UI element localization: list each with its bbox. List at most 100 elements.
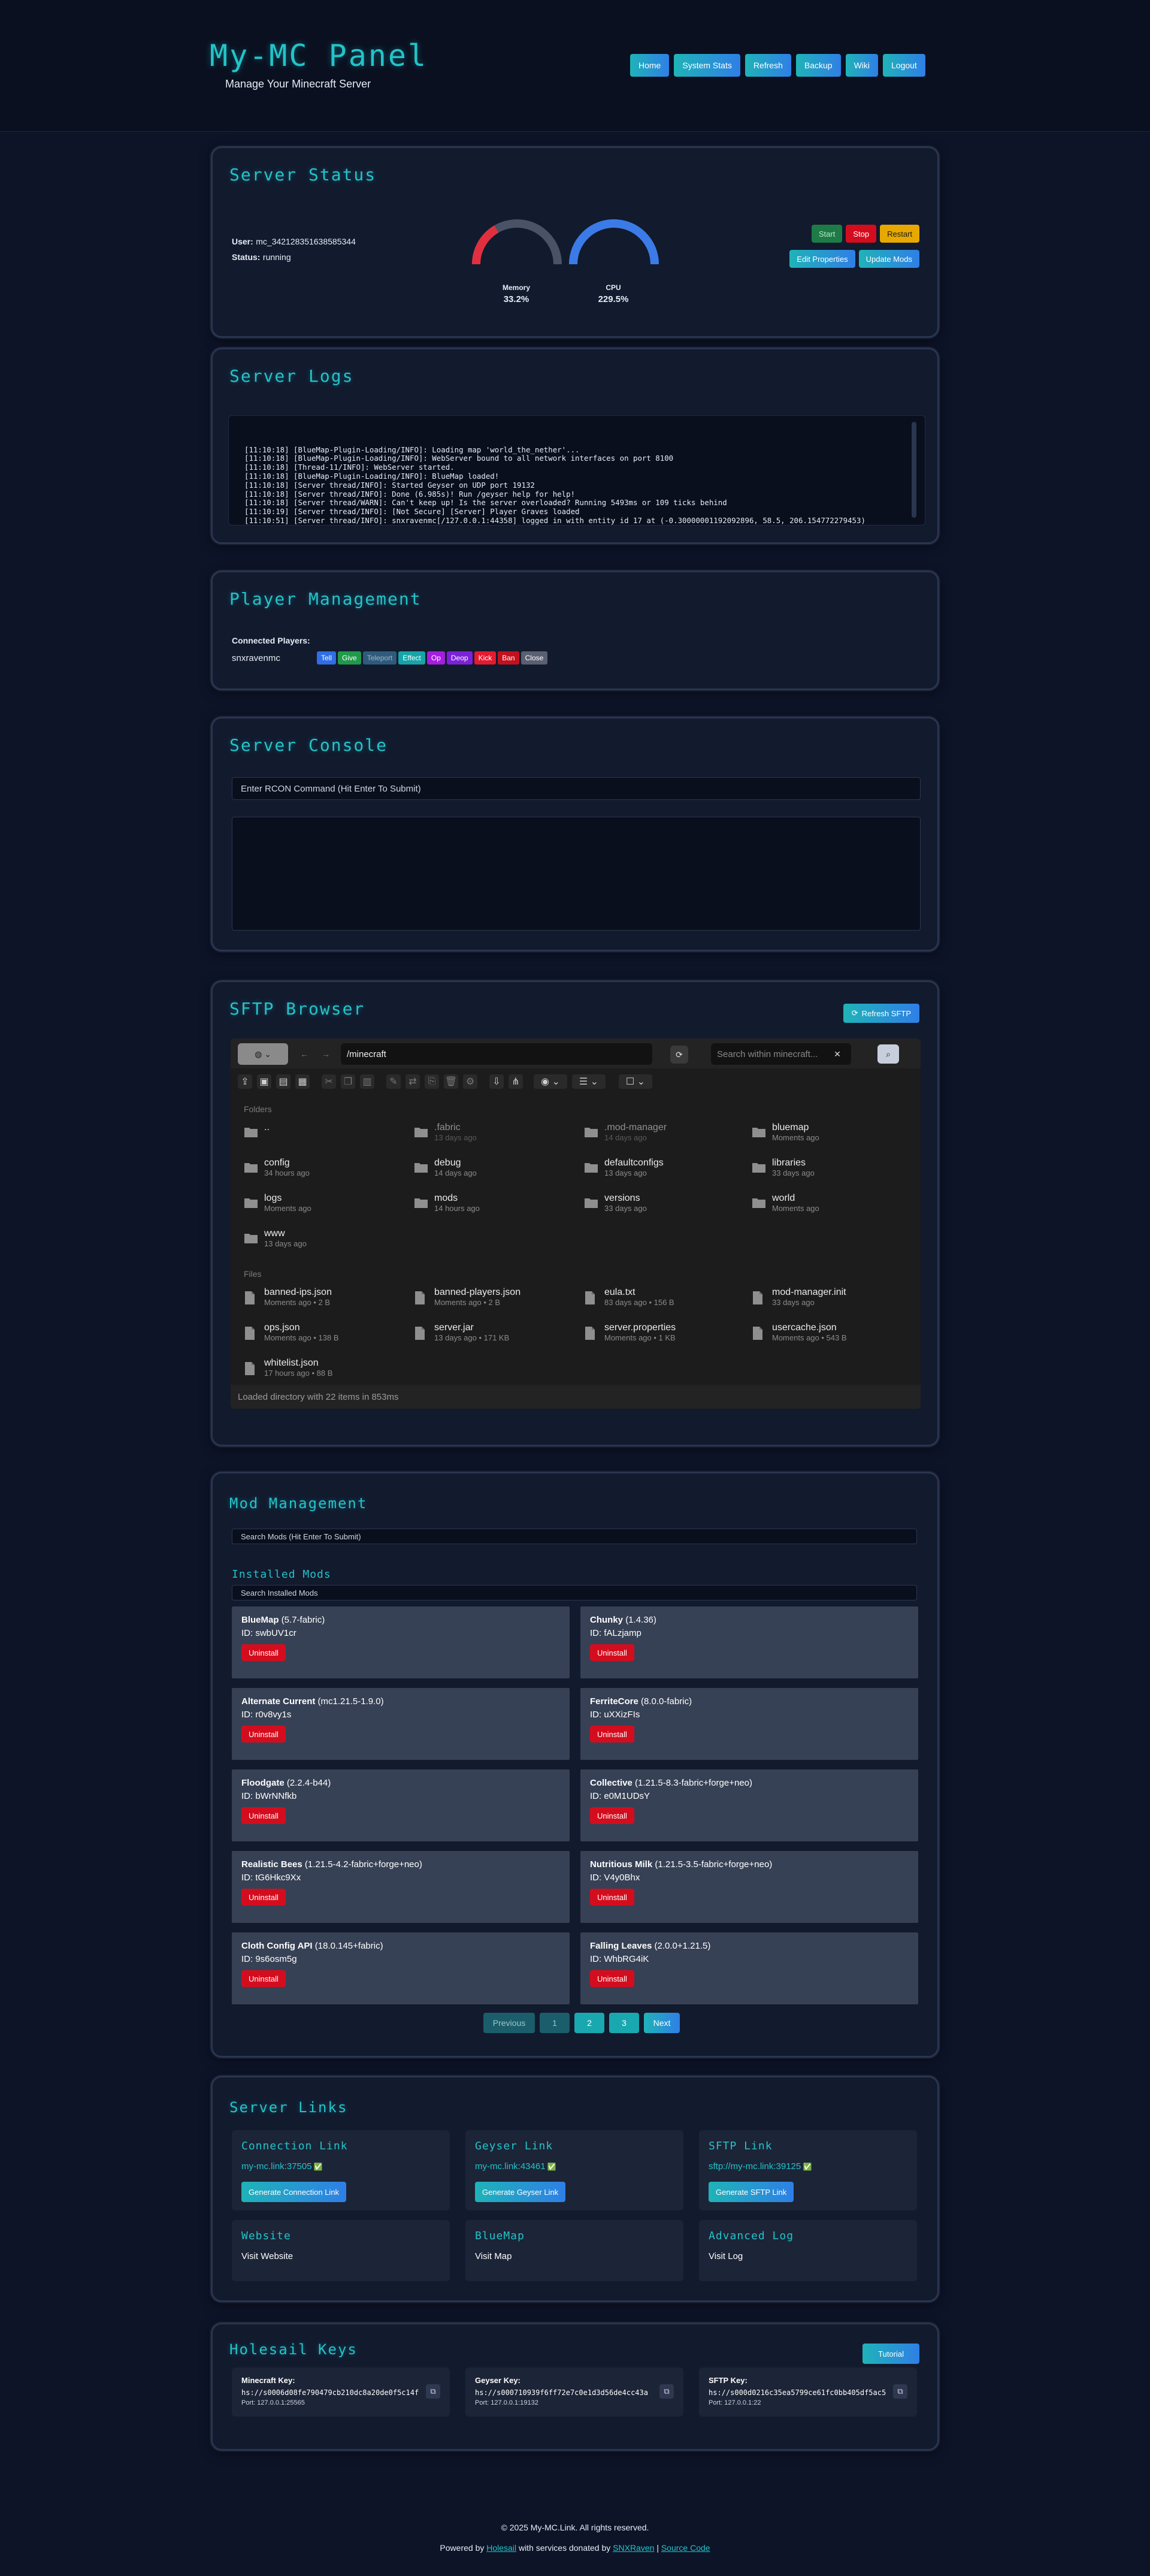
folder-item[interactable]: .mod-manager 14 days ago bbox=[584, 1122, 734, 1152]
save-icon[interactable]: ▤ bbox=[276, 1074, 290, 1089]
search-icon[interactable]: ⌕ bbox=[877, 1044, 899, 1064]
view-eye-icon[interactable]: ◉ ⌄ bbox=[534, 1074, 567, 1089]
pagination-page-3-button[interactable]: 3 bbox=[609, 2013, 639, 2033]
move-icon[interactable]: ⇄ bbox=[405, 1074, 420, 1089]
player-teleport-button[interactable]: Teleport bbox=[362, 651, 397, 665]
forward-arrow-icon[interactable]: → bbox=[318, 1046, 334, 1062]
new-folder-icon[interactable]: ▣ bbox=[257, 1074, 271, 1089]
uninstall-button[interactable]: Uninstall bbox=[241, 1726, 286, 1743]
uninstall-button[interactable]: Uninstall bbox=[241, 1644, 286, 1661]
uninstall-button[interactable]: Uninstall bbox=[590, 1889, 634, 1905]
rename-icon[interactable]: ✎ bbox=[386, 1074, 401, 1089]
copy-icon[interactable]: ⧉ bbox=[893, 2384, 907, 2399]
copy-icon[interactable]: ⧉ bbox=[659, 2384, 674, 2399]
copy-icon[interactable]: ⧉ bbox=[426, 2384, 440, 2399]
sort-icon[interactable]: ☰ ⌄ bbox=[572, 1074, 606, 1089]
share-icon[interactable]: ⋔ bbox=[509, 1074, 523, 1089]
uninstall-button[interactable]: Uninstall bbox=[590, 1644, 634, 1661]
update-mods-button[interactable]: Update Mods bbox=[858, 250, 919, 268]
player-close-button[interactable]: Close bbox=[520, 651, 548, 665]
file-item[interactable]: banned-ips.json Moments ago • 2 B bbox=[244, 1287, 394, 1317]
server-select-button[interactable]: ◍ ⌄ bbox=[238, 1043, 288, 1065]
uninstall-button[interactable]: Uninstall bbox=[241, 1807, 286, 1824]
player-kick-button[interactable]: Kick bbox=[474, 651, 497, 665]
player-give-button[interactable]: Give bbox=[338, 651, 361, 665]
player-effect-button[interactable]: Effect bbox=[398, 651, 425, 665]
back-arrow-icon[interactable]: ← bbox=[296, 1046, 312, 1062]
folder-item[interactable]: libraries 33 days ago bbox=[752, 1158, 901, 1188]
source-code-link[interactable]: Source Code bbox=[661, 2543, 710, 2553]
file-item[interactable]: ops.json Moments ago • 138 B bbox=[244, 1322, 394, 1352]
clear-search-icon[interactable]: ✕ bbox=[830, 1046, 845, 1062]
file-item[interactable]: usercache.json Moments ago • 543 B bbox=[752, 1322, 901, 1352]
folder-item[interactable]: www 13 days ago bbox=[244, 1228, 394, 1258]
delete-icon[interactable]: 🗑 bbox=[444, 1074, 458, 1089]
uninstall-button[interactable]: Uninstall bbox=[590, 1970, 634, 1987]
link-card-value[interactable]: Visit Website bbox=[241, 2251, 293, 2261]
player-deop-button[interactable]: Deop bbox=[446, 651, 473, 665]
link-card-value[interactable]: Visit Log bbox=[709, 2251, 743, 2261]
duplicate-icon[interactable]: ▥ bbox=[360, 1074, 374, 1089]
file-item[interactable]: server.properties Moments ago • 1 KB bbox=[584, 1322, 734, 1352]
folder-item[interactable]: mods 14 hours ago bbox=[414, 1193, 564, 1223]
file-item[interactable]: whitelist.json 17 hours ago • 88 B bbox=[244, 1358, 394, 1388]
download-icon[interactable]: ⇩ bbox=[489, 1074, 504, 1089]
pagination-page-1-button[interactable]: 1 bbox=[540, 2013, 570, 2033]
uninstall-button[interactable]: Uninstall bbox=[590, 1726, 634, 1743]
log-output[interactable]: [11:10:18] [BlueMap-Plugin-Loading/INFO]… bbox=[228, 415, 925, 526]
player-tell-button[interactable]: Tell bbox=[317, 651, 337, 665]
folder-item[interactable]: config 34 hours ago bbox=[244, 1158, 394, 1188]
nav-refresh-button[interactable]: Refresh bbox=[745, 54, 791, 77]
stop-button[interactable]: Stop bbox=[846, 225, 877, 243]
installed-mod-search-input[interactable]: Search Installed Mods bbox=[232, 1585, 917, 1600]
restart-button[interactable]: Restart bbox=[880, 225, 919, 243]
path-input[interactable]: /minecraft bbox=[341, 1043, 652, 1065]
pagination-page-2-button[interactable]: 2 bbox=[574, 2013, 604, 2033]
generate-link-button[interactable]: Generate Geyser Link bbox=[475, 2182, 566, 2202]
nav-logout-button[interactable]: Logout bbox=[883, 54, 925, 77]
pagination-next-button[interactable]: Next bbox=[644, 2013, 680, 2033]
mod-search-input[interactable]: Search Mods (Hit Enter To Submit) bbox=[232, 1529, 917, 1544]
file-item[interactable]: server.jar 13 days ago • 171 KB bbox=[414, 1322, 564, 1352]
player-op-button[interactable]: Op bbox=[426, 651, 445, 665]
folder-item[interactable]: world Moments ago bbox=[752, 1193, 901, 1223]
reload-icon[interactable]: ⟳ bbox=[670, 1046, 688, 1064]
tutorial-button[interactable]: Tutorial bbox=[862, 2344, 919, 2364]
folder-item[interactable]: versions 33 days ago bbox=[584, 1193, 734, 1223]
start-button[interactable]: Start bbox=[811, 225, 843, 243]
copy-to-icon[interactable]: ⎘ bbox=[425, 1074, 439, 1089]
nav-system-stats-button[interactable]: System Stats bbox=[674, 54, 740, 77]
pagination-previous-button[interactable]: Previous bbox=[483, 2013, 535, 2033]
holesail-link[interactable]: Holesail bbox=[486, 2543, 516, 2553]
file-item[interactable]: banned-players.json Moments ago • 2 B bbox=[414, 1287, 564, 1317]
uninstall-button[interactable]: Uninstall bbox=[590, 1807, 634, 1824]
folder-item[interactable]: logs Moments ago bbox=[244, 1193, 394, 1223]
nav-backup-button[interactable]: Backup bbox=[795, 54, 841, 77]
paste-icon[interactable]: ▦ bbox=[295, 1074, 310, 1089]
file-item[interactable]: mod-manager.init 33 days ago bbox=[752, 1287, 901, 1317]
nav-home-button[interactable]: Home bbox=[630, 54, 670, 77]
file-item[interactable]: eula.txt 83 days ago • 156 B bbox=[584, 1287, 734, 1317]
log-scrollbar[interactable] bbox=[912, 422, 916, 518]
uninstall-button[interactable]: Uninstall bbox=[241, 1970, 286, 1987]
folder-item[interactable]: defaultconfigs 13 days ago bbox=[584, 1158, 734, 1188]
refresh-sftp-button[interactable]: ⟳ Refresh SFTP bbox=[843, 1004, 919, 1023]
edit-properties-button[interactable]: Edit Properties bbox=[789, 250, 855, 268]
link-card-value[interactable]: Visit Map bbox=[475, 2251, 512, 2261]
generate-link-button[interactable]: Generate Connection Link bbox=[241, 2182, 347, 2202]
folder-item[interactable]: bluemap Moments ago bbox=[752, 1122, 901, 1152]
select-icon[interactable]: ☐ ⌄ bbox=[619, 1074, 652, 1089]
rcon-command-input[interactable]: Enter RCON Command (Hit Enter To Submit) bbox=[232, 777, 921, 800]
folder-item[interactable]: .fabric 13 days ago bbox=[414, 1122, 564, 1152]
cut-icon[interactable]: ✂ bbox=[322, 1074, 336, 1089]
permissions-icon[interactable]: ⚙ bbox=[463, 1074, 477, 1089]
folder-item[interactable]: debug 14 days ago bbox=[414, 1158, 564, 1188]
folder-item[interactable]: .. bbox=[244, 1122, 394, 1152]
uninstall-button[interactable]: Uninstall bbox=[241, 1889, 286, 1905]
generate-link-button[interactable]: Generate SFTP Link bbox=[709, 2182, 794, 2202]
upload-icon[interactable]: ⇪ bbox=[238, 1074, 252, 1089]
player-ban-button[interactable]: Ban bbox=[498, 651, 519, 665]
snxraven-link[interactable]: SNXRaven bbox=[613, 2543, 654, 2553]
copy-icon[interactable]: ❐ bbox=[341, 1074, 355, 1089]
nav-wiki-button[interactable]: Wiki bbox=[845, 54, 878, 77]
